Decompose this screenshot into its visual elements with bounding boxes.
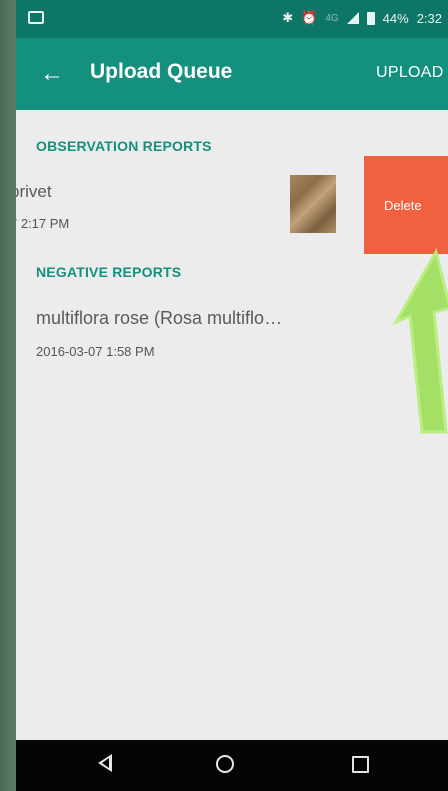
arrow-left-icon[interactable]: ← (36, 58, 68, 90)
back-triangle-icon[interactable] (98, 754, 112, 772)
system-nav-bar (16, 740, 448, 791)
annotation-arrow-icon (392, 248, 448, 434)
report-thumbnail (290, 175, 336, 233)
alarm-icon: ⏰ (301, 10, 318, 25)
battery-percent: 44% (382, 10, 409, 26)
observation-reports-header: OBSERVATION REPORTS (36, 138, 212, 154)
report-date: 2016-03-07 1:58 PM (36, 344, 155, 359)
report-date: 7 2:17 PM (16, 216, 70, 231)
battery-icon (366, 11, 375, 25)
report-title: multiflora rose (Rosa multiflo… (36, 308, 283, 328)
status-bar: ✱ ⏰ 4G 44% 2:32 (16, 0, 448, 38)
home-circle-icon[interactable] (216, 755, 234, 773)
page-title: Upload Queue (90, 60, 233, 83)
app-toolbar: ← Upload Queue UPLOAD (16, 38, 448, 110)
status-icons: ✱ ⏰ 4G 44% 2:32 (282, 10, 442, 26)
signal-icon (346, 12, 359, 24)
recents-square-icon[interactable] (352, 756, 369, 773)
phone-screen: ✱ ⏰ 4G 44% 2:32 ← Upload Queue UPLOAD OB… (16, 0, 448, 791)
bluetooth-icon: ✱ (282, 10, 294, 25)
upload-button[interactable]: UPLOAD (376, 64, 444, 82)
report-title: privet (16, 182, 52, 201)
clock: 2:32 (416, 10, 442, 26)
delete-button[interactable]: Delete (364, 156, 448, 254)
network-type: 4G (325, 12, 339, 24)
delete-label: Delete (384, 198, 422, 213)
notification-icon (28, 11, 44, 24)
negative-reports-header: NEGATIVE REPORTS (36, 264, 182, 280)
